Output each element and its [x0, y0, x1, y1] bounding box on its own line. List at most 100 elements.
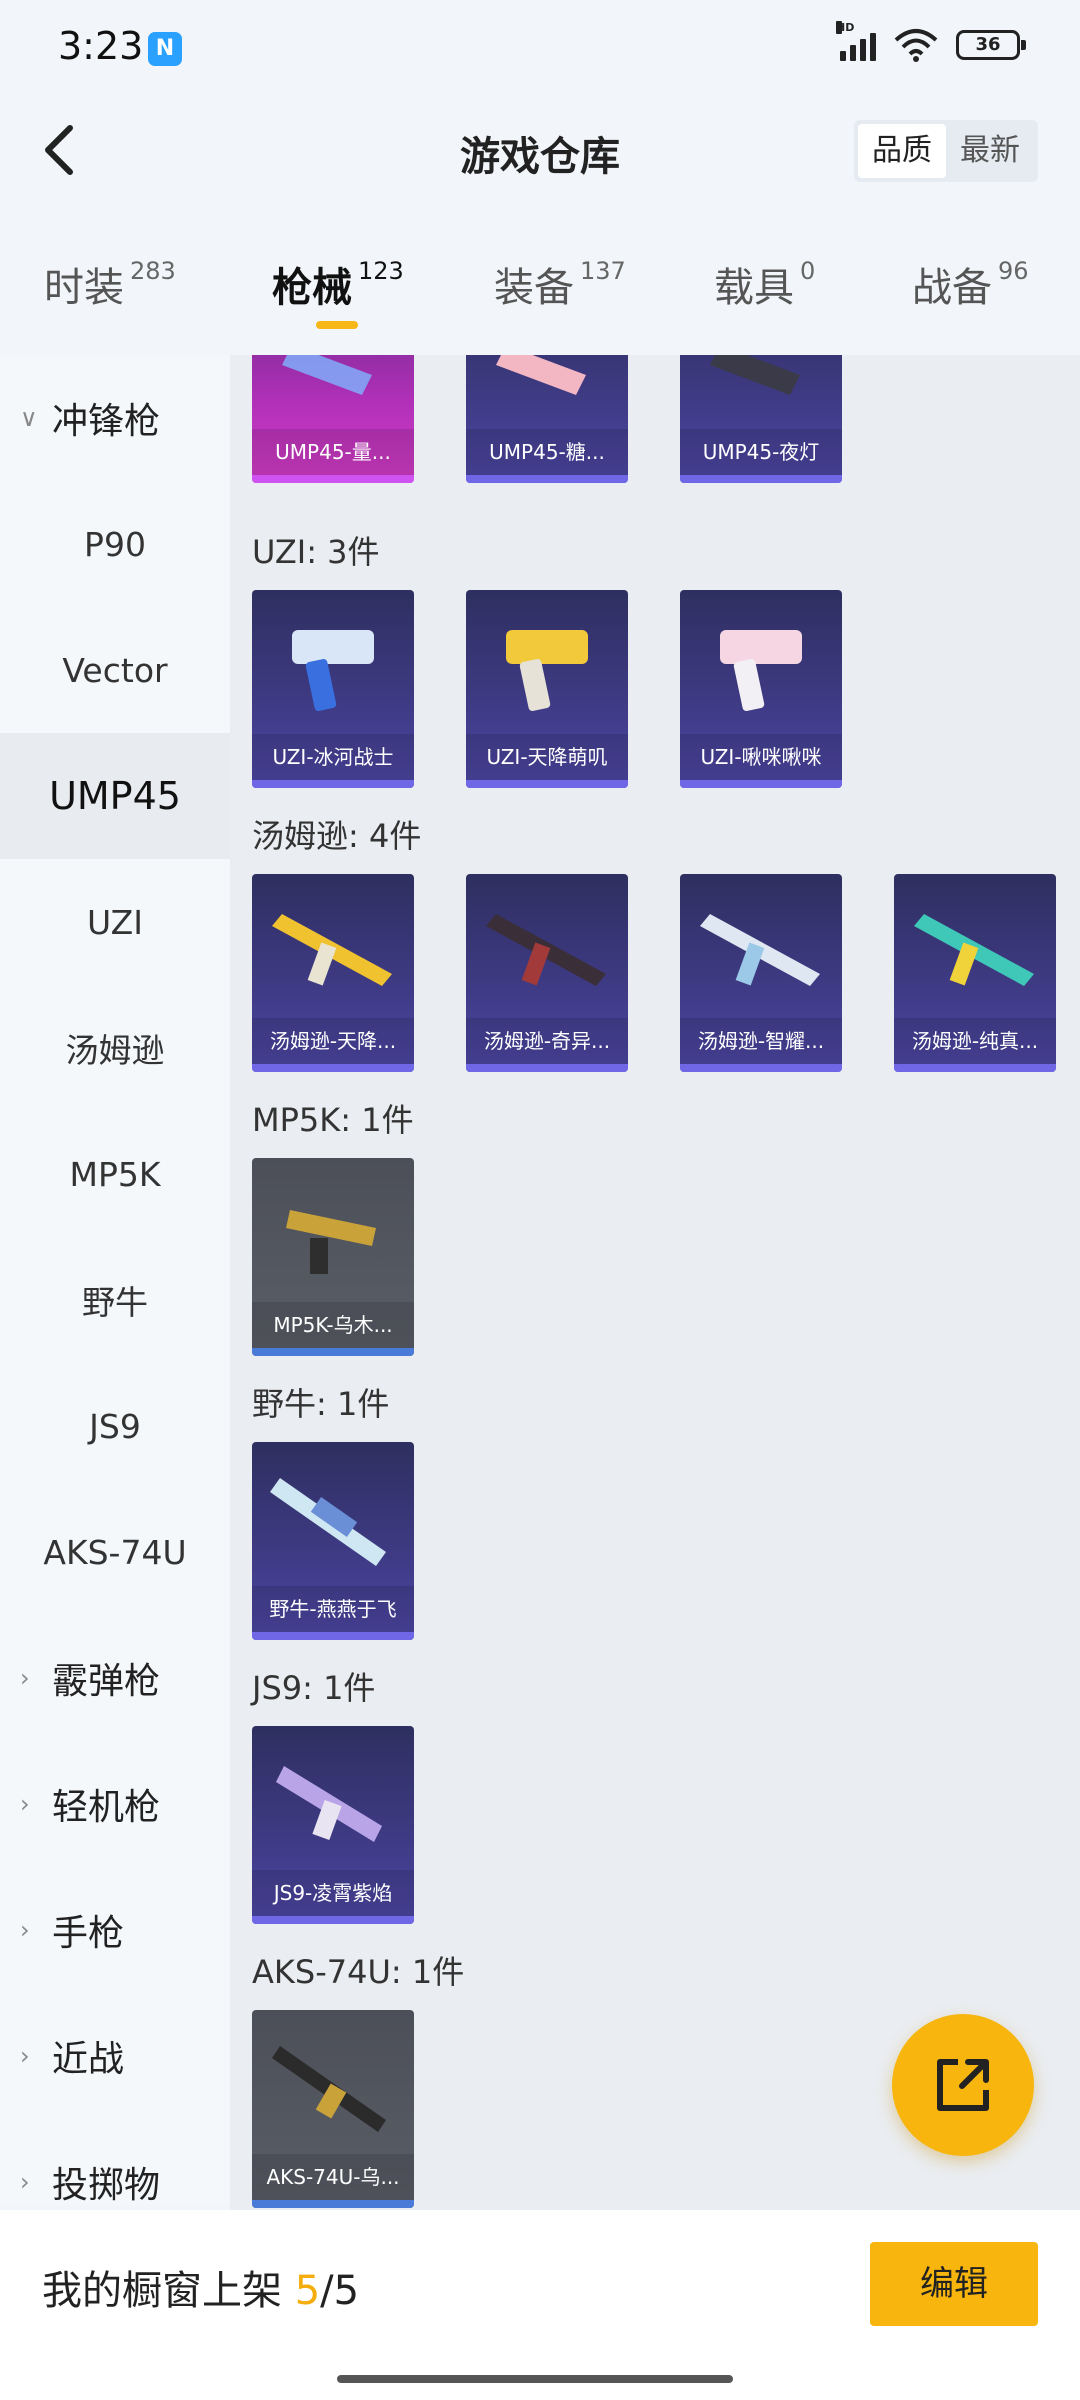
weapon-card[interactable]: 野牛-燕燕于飞 — [252, 1442, 414, 1640]
tab-equipment[interactable]: 装备 137 — [494, 255, 626, 313]
sidebar-group-lmg[interactable]: › 轻机枪 — [0, 1741, 230, 1867]
weapon-name: UZI-冰河战士 — [252, 734, 414, 780]
sidebar-item-bizon[interactable]: 野牛 — [0, 1237, 230, 1363]
battery-icon: 36 — [956, 30, 1026, 60]
weapon-card[interactable]: MP5K-乌木... — [252, 1158, 414, 1356]
weapon-image — [272, 914, 392, 986]
weapon-image — [496, 355, 586, 395]
sidebar-item-mp5k[interactable]: MP5K — [0, 1111, 230, 1237]
sort-latest-button[interactable]: 最新 — [946, 124, 1034, 178]
weapon-category-sidebar: ∨ 冲锋枪 P90 Vector UMP45 UZI 汤姆逊 MP5K 野牛 J… — [0, 355, 230, 2206]
weapon-card[interactable]: UZI-啾咪啾咪 — [680, 590, 842, 788]
weapon-card[interactable]: AKS-74U-乌... — [252, 2010, 414, 2208]
sidebar-item-ump45[interactable]: UMP45 — [0, 733, 230, 859]
clock: 3:23 — [58, 24, 144, 68]
weapon-card[interactable]: JS9-凌霄紫焰 — [252, 1726, 414, 1924]
weapon-card[interactable]: 汤姆逊-天降... — [252, 874, 414, 1072]
weapon-card[interactable]: UZI-冰河战士 — [252, 590, 414, 788]
bottom-bar: 我的橱窗上架 5/5 编辑 — [0, 2210, 1080, 2400]
sidebar-group-pistol[interactable]: › 手枪 — [0, 1867, 230, 1993]
weapon-card[interactable]: UMP45-量... — [252, 355, 414, 483]
weapon-name: 汤姆逊-智耀... — [680, 1018, 842, 1064]
sidebar-item-label: Vector — [62, 650, 168, 690]
showcase-label: 我的橱窗上架 — [42, 2268, 295, 2314]
weapon-name: UZI-天降萌叽 — [466, 734, 628, 780]
weapon-image — [272, 2046, 386, 2132]
tab-label: 装备 — [494, 265, 574, 311]
sidebar-group-smg[interactable]: ∨ 冲锋枪 — [0, 355, 230, 481]
weapon-image — [914, 914, 1034, 986]
sidebar-item-label: 投掷物 — [52, 2165, 161, 2206]
header: 游戏仓库 品质 最新 — [0, 100, 1080, 210]
edit-button[interactable]: 编辑 — [870, 2242, 1038, 2326]
sidebar-item-label: P90 — [84, 524, 146, 564]
tab-label: 战备 — [912, 265, 992, 311]
sidebar-item-uzi[interactable]: UZI — [0, 859, 230, 985]
section-label-bizon: 野牛: 1件 — [252, 1385, 390, 1423]
signal-icon: HD — [836, 21, 876, 61]
sidebar-item-p90[interactable]: P90 — [0, 481, 230, 607]
tab-count: 123 — [358, 257, 404, 285]
sidebar-group-melee[interactable]: › 近战 — [0, 1993, 230, 2119]
tab-label: 载具 — [714, 265, 794, 311]
weapon-name: MP5K-乌木... — [252, 1302, 414, 1348]
weapon-card[interactable]: UZI-天降萌叽 — [466, 590, 628, 788]
active-tab-indicator — [316, 321, 358, 329]
weapon-image — [270, 1478, 386, 1566]
sidebar-item-label: 冲锋枪 — [52, 401, 161, 442]
weapon-card[interactable]: 汤姆逊-智耀... — [680, 874, 842, 1072]
wifi-icon — [894, 29, 938, 62]
weapon-name: 汤姆逊-纯真... — [894, 1018, 1056, 1064]
weapon-card[interactable]: 汤姆逊-纯真... — [894, 874, 1056, 1072]
sort-quality-button[interactable]: 品质 — [858, 124, 946, 178]
chevron-right-icon: › — [20, 1790, 30, 1818]
weapon-card[interactable]: UMP45-夜灯 — [680, 355, 842, 483]
weapon-name: UMP45-糖... — [466, 429, 628, 475]
weapon-name: 汤姆逊-天降... — [252, 1018, 414, 1064]
home-indicator[interactable] — [337, 2375, 733, 2383]
tab-fashion[interactable]: 时装 283 — [44, 255, 176, 313]
hd-label: HD — [836, 21, 855, 34]
sidebar-item-label: 汤姆逊 — [65, 1031, 165, 1070]
tab-count: 283 — [130, 257, 176, 285]
sidebar-item-vector[interactable]: Vector — [0, 607, 230, 733]
share-external-icon — [937, 2059, 989, 2111]
sidebar-item-label: 手枪 — [52, 1913, 125, 1954]
section-label-js9: JS9: 1件 — [252, 1669, 376, 1707]
showcase-count: 5 — [294, 2268, 321, 2314]
sidebar-item-label: JS9 — [89, 1406, 141, 1446]
sidebar-item-label: AKS-74U — [43, 1532, 187, 1572]
chevron-right-icon: › — [20, 2168, 30, 2196]
weapon-image — [506, 630, 588, 711]
category-tabs: 时装 283 枪械 123 装备 137 载具 0 战备 96 — [0, 235, 1080, 335]
sort-toggle: 品质 最新 — [854, 120, 1038, 182]
tab-guns[interactable]: 枪械 123 — [272, 255, 404, 313]
section-label-mp5k: MP5K: 1件 — [252, 1101, 414, 1139]
sidebar-item-aks74u[interactable]: AKS-74U — [0, 1489, 230, 1615]
weapon-image — [286, 1210, 376, 1274]
nfc-icon: N — [148, 32, 182, 66]
sidebar-item-js9[interactable]: JS9 — [0, 1363, 230, 1489]
weapon-image — [700, 914, 820, 986]
showcase-total: /5 — [320, 2268, 360, 2314]
tab-vehicles[interactable]: 载具 0 — [714, 255, 815, 313]
weapon-name: UZI-啾咪啾咪 — [680, 734, 842, 780]
tab-supplies[interactable]: 战备 96 — [912, 255, 1029, 313]
sidebar-item-thompson[interactable]: 汤姆逊 — [0, 985, 230, 1111]
weapon-name: UMP45-夜灯 — [680, 429, 842, 475]
weapon-image — [720, 630, 802, 711]
weapon-card[interactable]: 汤姆逊-奇异... — [466, 874, 628, 1072]
tab-count: 0 — [800, 257, 816, 285]
sidebar-group-shotgun[interactable]: › 霰弹枪 — [0, 1615, 230, 1741]
system-icons: HD 36 — [836, 21, 1026, 62]
weapon-image — [486, 914, 606, 986]
weapon-card[interactable]: UMP45-糖... — [466, 355, 628, 483]
sidebar-item-label: 轻机枪 — [52, 1787, 161, 1828]
showcase-status: 我的橱窗上架 5/5 — [42, 2258, 359, 2316]
weapon-name: 野牛-燕燕于飞 — [252, 1586, 414, 1632]
chevron-right-icon: › — [20, 1916, 30, 1944]
tab-count: 96 — [998, 257, 1029, 285]
weapon-image — [292, 630, 374, 711]
weapon-name: 汤姆逊-奇异... — [466, 1018, 628, 1064]
share-button[interactable] — [892, 2014, 1034, 2156]
